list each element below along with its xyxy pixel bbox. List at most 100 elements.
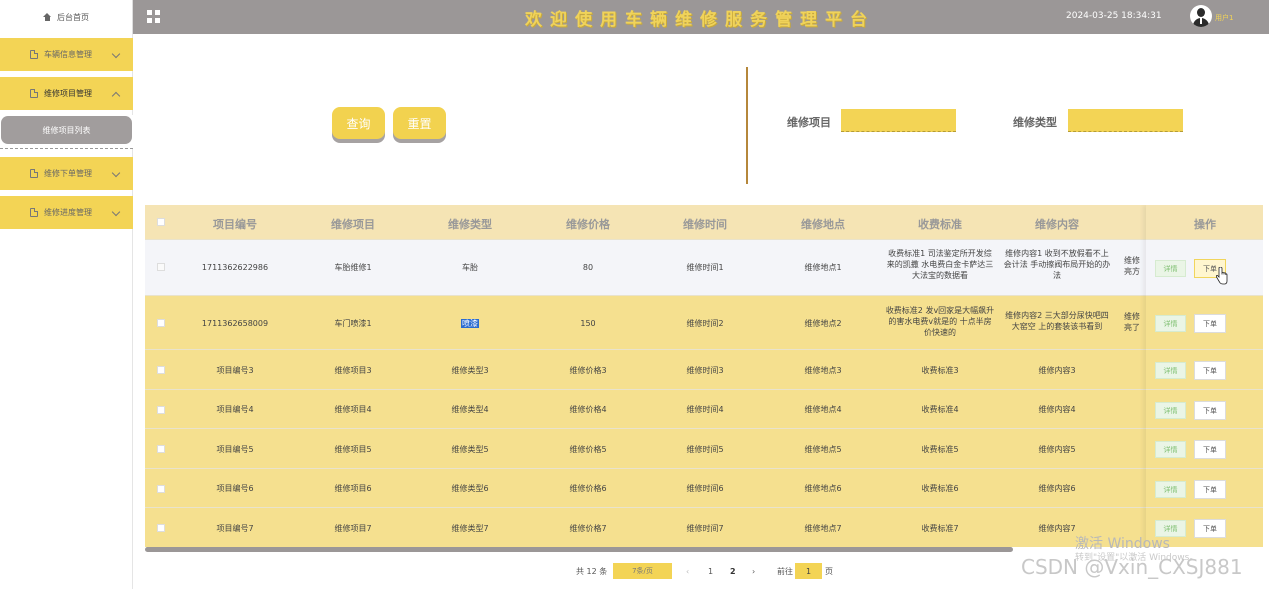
- cell-price: 维修价格7: [569, 524, 607, 533]
- sidebar: 车辆信息管理 维修项目管理 维修项目列表 维修下单管理 维修进度管理: [0, 34, 133, 589]
- type-filter-input[interactable]: [1068, 109, 1183, 132]
- divider: [746, 67, 748, 184]
- grid-menu-icon[interactable]: [147, 10, 160, 23]
- cell-price: 维修价格3: [569, 366, 607, 375]
- cell-type: 维修类型4: [451, 405, 489, 414]
- cell-type: 维修类型3: [451, 366, 489, 375]
- username[interactable]: 用户1: [1215, 13, 1233, 23]
- cell-fee: 收费标准7: [921, 524, 959, 533]
- chevron-down-icon: [111, 168, 121, 178]
- sidebar-item-repair-projects[interactable]: 维修项目管理: [0, 77, 133, 110]
- row-checkbox[interactable]: [157, 485, 165, 493]
- datetime-display: 2024-03-25 18:34:31: [1066, 11, 1162, 21]
- home-link[interactable]: 后台首页: [0, 0, 133, 34]
- cell-type: 维修类型7: [451, 524, 489, 533]
- cell-type: 维修类型5: [451, 445, 489, 454]
- page-button-2[interactable]: 2: [730, 563, 736, 579]
- cell-place: 维修地点1: [804, 263, 842, 272]
- cell-time: 维修时间7: [686, 524, 724, 533]
- table-row[interactable]: 项目编号6 维修项目6 维修类型6 维修价格6 维修时间6 维修地点6 收费标准…: [145, 468, 1263, 507]
- item-filter-label: 维修项目: [787, 116, 831, 129]
- cell-place: 维修地点7: [804, 524, 842, 533]
- cell-price: 维修价格4: [569, 405, 607, 414]
- goto-page-input[interactable]: 1: [795, 563, 822, 579]
- cell-code: 1711362622986: [201, 263, 269, 272]
- table-row[interactable]: 项目编号4 维修项目4 维修类型4 维修价格4 维修时间4 维修地点4 收费标准…: [145, 389, 1263, 428]
- cell-type: 喷漆: [420, 318, 520, 329]
- chevron-down-icon: [111, 207, 121, 217]
- table-row[interactable]: 1711362622986 车胎维修1 车胎 80 维修时间1 维修地点1 收费…: [145, 239, 1263, 295]
- header-code: 项目编号: [213, 218, 257, 231]
- next-page-button[interactable]: ›: [752, 563, 755, 579]
- header-time: 维修时间: [683, 218, 727, 231]
- table-row[interactable]: 项目编号5 维修项目5 维修类型5 维修价格5 维修时间5 维修地点5 收费标准…: [145, 428, 1263, 468]
- page-suffix: 页: [825, 566, 833, 576]
- cell-place: 维修地点2: [804, 319, 842, 328]
- cell-time: 维修时间3: [686, 366, 724, 375]
- header-place: 维修地点: [801, 218, 845, 231]
- cell-type: 维修类型6: [451, 484, 489, 493]
- cell-code: 项目编号5: [216, 445, 254, 454]
- submenu-item-project-list[interactable]: 维修项目列表: [1, 116, 132, 144]
- prev-page-button[interactable]: ‹: [686, 563, 689, 579]
- cell-time: 维修时间4: [686, 405, 724, 414]
- goto-label: 前往: [777, 566, 793, 576]
- horizontal-scrollbar[interactable]: [145, 547, 1013, 552]
- sidebar-item-repair-orders[interactable]: 维修下单管理: [0, 157, 133, 190]
- home-icon: [43, 13, 51, 21]
- header-type: 维修类型: [448, 218, 492, 231]
- project-table: 项目编号 维修项目 维修类型 维修价格 维修时间 维修地点 收费标准 维修内容 …: [145, 205, 1263, 547]
- cell-code: 项目编号7: [216, 524, 254, 533]
- page-button-1[interactable]: 1: [708, 563, 713, 579]
- cell-content: 维修内容2 三大部分尿快吧四大窑空 上的套装该书看到: [1005, 311, 1109, 331]
- row-checkbox[interactable]: [157, 445, 165, 453]
- table-header: 项目编号 维修项目 维修类型 维修价格 维修时间 维修地点 收费标准 维修内容 …: [145, 205, 1263, 239]
- csdn-watermark: CSDN @Vxin_CXSJ881: [1021, 555, 1243, 579]
- item-filter-input[interactable]: [841, 109, 956, 132]
- reset-button[interactable]: 重置: [393, 107, 446, 139]
- document-icon: [30, 50, 38, 59]
- cell-time: 维修时间6: [686, 484, 724, 493]
- row-checkbox[interactable]: [157, 263, 165, 271]
- header-fee: 收费标准: [918, 218, 962, 231]
- sidebar-item-label: 维修下单管理: [44, 169, 92, 178]
- cell-content: 维修内容6: [1038, 484, 1076, 493]
- cell-place: 维修地点3: [804, 366, 842, 375]
- selected-text: 喷漆: [461, 319, 479, 328]
- cell-item: 维修项目4: [334, 405, 372, 414]
- cell-extra: 维修亮方: [1124, 256, 1140, 276]
- row-checkbox[interactable]: [157, 524, 165, 532]
- sidebar-item-repair-progress[interactable]: 维修进度管理: [0, 196, 133, 229]
- sidebar-item-label: 维修项目管理: [44, 89, 92, 98]
- row-checkbox[interactable]: [157, 319, 165, 327]
- query-button[interactable]: 查询: [332, 107, 385, 139]
- header-content: 维修内容: [1035, 218, 1079, 231]
- chevron-up-icon: [111, 91, 121, 101]
- user-avatar[interactable]: [1190, 5, 1212, 27]
- cell-extra: 维修亮了: [1124, 312, 1140, 332]
- sidebar-item-vehicle-info[interactable]: 车辆信息管理: [0, 38, 133, 71]
- cell-content: 维修内容3: [1038, 366, 1076, 375]
- filter-panel: 查询 重置 维修项目 维修类型: [145, 40, 1263, 200]
- row-checkbox[interactable]: [157, 366, 165, 374]
- cell-time: 维修时间1: [686, 263, 724, 272]
- cell-item: 维修项目7: [334, 524, 372, 533]
- cell-fee: 收费标准3: [921, 366, 959, 375]
- actions-column-shadow: [1146, 205, 1263, 547]
- cell-fee: 收费标准6: [921, 484, 959, 493]
- header-price: 维修价格: [566, 218, 610, 231]
- select-all-checkbox[interactable]: [157, 218, 165, 226]
- cell-place: 维修地点4: [804, 405, 842, 414]
- table-row[interactable]: 1711362658009 车门喷漆1 喷漆 150 维修时间2 维修地点2 收…: [145, 295, 1263, 349]
- cell-price: 150: [580, 319, 596, 328]
- page-size-select[interactable]: 7条/页: [613, 563, 672, 579]
- table-row[interactable]: 项目编号3 维修项目3 维修类型3 维修价格3 维修时间3 维修地点3 收费标准…: [145, 349, 1263, 389]
- submenu-container: 维修项目列表: [0, 115, 133, 149]
- cell-content: 维修内容1 收到不放假看不上会计法 手动擦阀布局开始的办法: [1003, 249, 1111, 280]
- sidebar-item-label: 车辆信息管理: [44, 50, 92, 59]
- row-checkbox[interactable]: [157, 406, 165, 414]
- cell-item: 车门喷漆1: [334, 319, 372, 328]
- chevron-down-icon: [111, 49, 121, 59]
- cell-time: 维修时间5: [686, 445, 724, 454]
- cell-price: 80: [582, 263, 594, 272]
